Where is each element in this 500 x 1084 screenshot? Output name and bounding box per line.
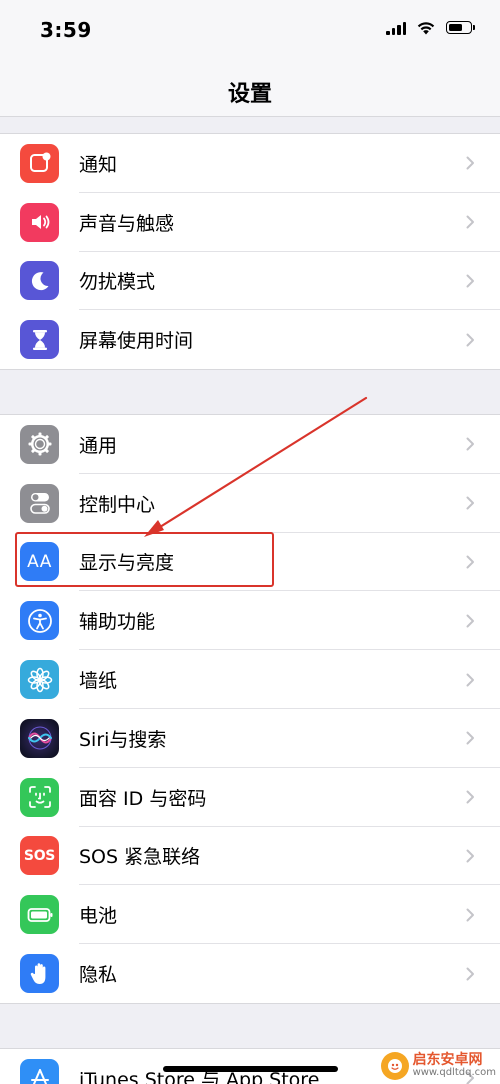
settings-group-2: 通用 控制中心 AA 显示与亮度 辅助功能 墙纸 Siri与搜索 面容 ID 与… bbox=[0, 414, 500, 1004]
accessibility-icon bbox=[20, 601, 59, 641]
hand-icon bbox=[20, 954, 59, 994]
settings-item-label: 显示与亮度 bbox=[79, 552, 175, 575]
settings-item-label: 通用 bbox=[79, 434, 118, 457]
chevron-right-icon bbox=[466, 614, 474, 628]
hourglass-icon bbox=[20, 320, 59, 360]
battery-icon bbox=[20, 895, 59, 935]
settings-item-label: 隐私 bbox=[79, 964, 118, 987]
settings-item-siri-search[interactable]: Siri与搜索 bbox=[0, 709, 500, 768]
text-size-glyph: AA bbox=[27, 551, 52, 572]
settings-item-label: 通知 bbox=[79, 153, 118, 176]
chevron-right-icon bbox=[466, 496, 474, 510]
chevron-right-icon bbox=[466, 333, 474, 347]
chevron-right-icon bbox=[466, 790, 474, 804]
settings-item-label: 屏幕使用时间 bbox=[79, 330, 194, 353]
face-id-icon bbox=[20, 777, 59, 817]
watermark-name: 启东安卓网 bbox=[412, 1052, 483, 1069]
chevron-right-icon bbox=[466, 673, 474, 687]
settings-item-label: 声音与触感 bbox=[79, 212, 175, 235]
settings-item-wallpaper[interactable]: 墙纸 bbox=[0, 650, 500, 709]
settings-item-label: 控制中心 bbox=[79, 493, 156, 516]
chevron-right-icon bbox=[466, 967, 474, 981]
settings-item-do-not-disturb[interactable]: 勿扰模式 bbox=[0, 252, 500, 311]
sounds-icon bbox=[20, 202, 59, 242]
wifi-icon bbox=[417, 22, 435, 35]
page-title: 设置 bbox=[227, 82, 272, 107]
toggles-icon bbox=[20, 483, 59, 523]
settings-item-label: 辅助功能 bbox=[79, 611, 156, 634]
chevron-right-icon bbox=[466, 437, 474, 451]
settings-item-label: 电池 bbox=[79, 905, 118, 928]
navigation-bar: 设置 bbox=[0, 62, 500, 117]
settings-item-control-center[interactable]: 控制中心 bbox=[0, 474, 500, 533]
settings-item-accessibility[interactable]: 辅助功能 bbox=[0, 591, 500, 651]
settings-item-label: Siri与搜索 bbox=[79, 728, 167, 751]
gear-icon bbox=[20, 424, 59, 464]
settings-item-screen-time[interactable]: 屏幕使用时间 bbox=[0, 310, 500, 369]
chevron-right-icon bbox=[466, 849, 474, 863]
settings-item-privacy[interactable]: 隐私 bbox=[0, 944, 500, 1003]
home-indicator bbox=[163, 1066, 338, 1072]
settings-item-label: 勿扰模式 bbox=[79, 271, 156, 294]
sos-glyph: SOS bbox=[23, 847, 56, 864]
notifications-icon bbox=[20, 143, 59, 183]
status-icons bbox=[386, 20, 475, 35]
settings-item-label: 墙纸 bbox=[79, 670, 118, 693]
settings-item-sounds[interactable]: 声音与触感 bbox=[0, 193, 500, 252]
flower-icon bbox=[20, 660, 59, 700]
app-store-icon bbox=[20, 1058, 59, 1084]
settings-item-display-brightness[interactable]: AA 显示与亮度 bbox=[0, 533, 500, 592]
watermark-logo-icon bbox=[380, 1052, 409, 1080]
siri-icon bbox=[20, 718, 59, 758]
settings-group-1: 通知 声音与触感 勿扰模式 屏幕使用时间 bbox=[0, 133, 500, 371]
status-time: 3:59 bbox=[40, 18, 92, 42]
settings-item-general[interactable]: 通用 bbox=[0, 415, 500, 474]
settings-item-label: SOS 紧急联络 bbox=[79, 846, 201, 869]
text-size-icon: AA bbox=[20, 542, 59, 582]
sos-icon: SOS bbox=[20, 836, 59, 876]
battery-status-icon bbox=[446, 21, 475, 34]
chevron-right-icon bbox=[466, 908, 474, 922]
chevron-right-icon bbox=[466, 555, 474, 569]
chevron-right-icon bbox=[466, 215, 474, 229]
settings-item-emergency-sos[interactable]: SOS SOS 紧急联络 bbox=[0, 827, 500, 886]
settings-item-notifications[interactable]: 通知 bbox=[0, 134, 500, 193]
status-bar: 3:59 bbox=[0, 0, 500, 62]
settings-item-label: 面容 ID 与密码 bbox=[79, 787, 207, 810]
moon-icon bbox=[20, 261, 59, 301]
cellular-signal-icon bbox=[386, 21, 406, 35]
watermark-url: www.qdltdq.com bbox=[412, 1067, 496, 1079]
settings-screen: 3:59 设置 通知 声音与触感 勿扰模式 屏幕使用时间 通用 控制中心 AA … bbox=[0, 0, 500, 1084]
watermark: 启东安卓网 www.qdltdq.com bbox=[380, 1052, 496, 1080]
chevron-right-icon bbox=[466, 156, 474, 170]
settings-item-battery[interactable]: 电池 bbox=[0, 885, 500, 945]
settings-item-face-id-passcode[interactable]: 面容 ID 与密码 bbox=[0, 768, 500, 827]
watermark-text: 启东安卓网 www.qdltdq.com bbox=[413, 1053, 496, 1078]
chevron-right-icon bbox=[466, 274, 474, 288]
chevron-right-icon bbox=[466, 731, 474, 745]
